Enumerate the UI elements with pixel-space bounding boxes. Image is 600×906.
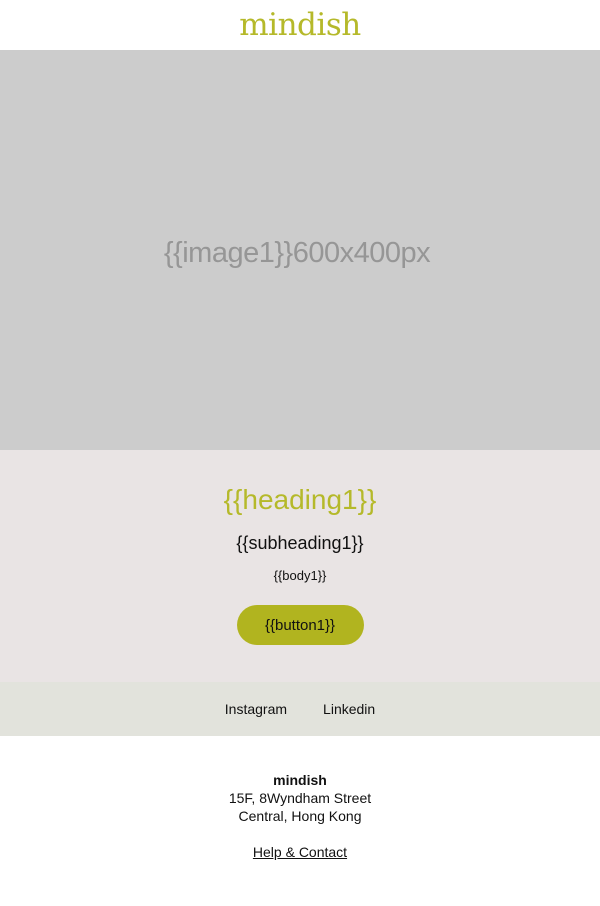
email-footer: mindish 15F, 8Wyndham Street Central, Ho… [0,736,600,906]
content-subheading: {{subheading1}} [236,533,364,553]
brand-logo[interactable]: mindish [239,10,361,41]
instagram-link[interactable]: Instagram [225,701,287,717]
help-contact-link[interactable]: Help & Contact [253,843,347,861]
hero-placeholder-text: {{image1}}600x400px [163,236,431,269]
content-heading: {{heading1}} [223,484,377,515]
social-links: Instagram Linkedin [0,682,600,736]
content-body: {{body1}} [273,568,327,583]
footer-brand-name: mindish [273,772,327,788]
linkedin-link[interactable]: Linkedin [323,701,375,717]
hero-image-placeholder: {{image1}}600x400px [0,50,600,450]
email-page: mindish {{image1}}600x400px {{heading1}}… [0,0,600,906]
footer-address-line-2: Central, Hong Kong [238,808,362,824]
footer-address-line-1: 15F, 8Wyndham Street [228,790,372,806]
primary-cta-button[interactable]: {{button1}} [236,605,364,645]
content-section: {{heading1}} {{subheading1}} {{body1}} {… [0,450,600,682]
email-header: mindish [0,0,600,50]
